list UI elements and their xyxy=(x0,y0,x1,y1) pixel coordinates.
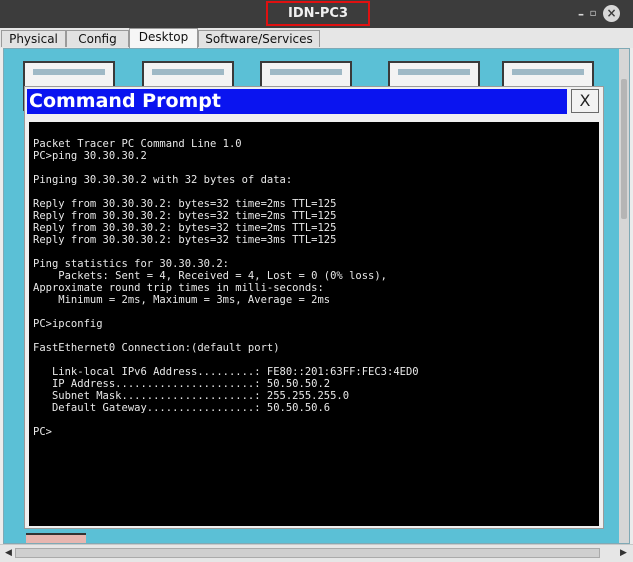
terminal-line: Default Gateway.................: 50.50.… xyxy=(33,402,331,414)
terminal-line: Reply from 30.30.30.2: bytes=32 time=2ms… xyxy=(33,198,337,210)
scroll-right-icon[interactable]: ▶ xyxy=(618,548,629,559)
tab-software-services[interactable]: Software/Services xyxy=(198,30,320,47)
terminal-line: Link-local IPv6 Address.........: FE80::… xyxy=(33,366,419,378)
terminal-line: Approximate round trip times in milli-se… xyxy=(33,282,324,294)
horizontal-scrollbar[interactable]: ◀ ▶ xyxy=(0,544,633,562)
terminal-line: Pinging 30.30.30.2 with 32 bytes of data… xyxy=(33,174,293,186)
close-icon[interactable]: × xyxy=(603,5,620,22)
terminal-line: Subnet Mask.....................: 255.25… xyxy=(33,390,350,402)
command-prompt-close-button[interactable]: X xyxy=(571,89,599,113)
vertical-scrollbar[interactable] xyxy=(619,49,629,543)
terminal-line: Reply from 30.30.30.2: bytes=32 time=3ms… xyxy=(33,234,337,246)
terminal-line: FastEthernet0 Connection:(default port) xyxy=(33,342,280,354)
tab-physical[interactable]: Physical xyxy=(1,30,66,47)
terminal-line: IP Address......................: 50.50.… xyxy=(33,378,331,390)
terminal-line: Packet Tracer PC Command Line 1.0 xyxy=(33,138,242,150)
terminal-line: PC> xyxy=(33,426,52,438)
window-title: IDN-PC3 xyxy=(266,1,370,26)
terminal-line: Minimum = 2ms, Maximum = 3ms, Average = … xyxy=(33,294,331,306)
maximize-icon[interactable]: ▫ xyxy=(584,5,602,23)
scroll-left-icon[interactable]: ◀ xyxy=(3,548,14,559)
terminal-output[interactable]: Packet Tracer PC Command Line 1.0 PC>pin… xyxy=(29,122,599,526)
terminal-line: Reply from 30.30.30.2: bytes=32 time=2ms… xyxy=(33,210,337,222)
desktop-app-icon[interactable] xyxy=(26,533,86,543)
scrollbar-thumb[interactable] xyxy=(621,79,627,219)
title-bar: IDN-PC3 – ▫ × xyxy=(0,0,633,28)
command-prompt-window: Command Prompt X Packet Tracer PC Comman… xyxy=(24,86,604,529)
terminal-line: PC>ping 30.30.30.2 xyxy=(33,150,147,162)
tab-bar: Physical Config Desktop Software/Service… xyxy=(0,28,633,48)
tab-desktop[interactable]: Desktop xyxy=(129,28,198,48)
terminal-line: Packets: Sent = 4, Received = 4, Lost = … xyxy=(33,270,388,282)
scrollbar-thumb[interactable] xyxy=(15,548,600,558)
terminal-line: Ping statistics for 30.30.30.2: xyxy=(33,258,229,270)
terminal-line: PC>ipconfig xyxy=(33,318,103,330)
terminal-line: Reply from 30.30.30.2: bytes=32 time=2ms… xyxy=(33,222,337,234)
tab-config[interactable]: Config xyxy=(66,30,129,47)
command-prompt-title: Command Prompt xyxy=(27,89,567,114)
